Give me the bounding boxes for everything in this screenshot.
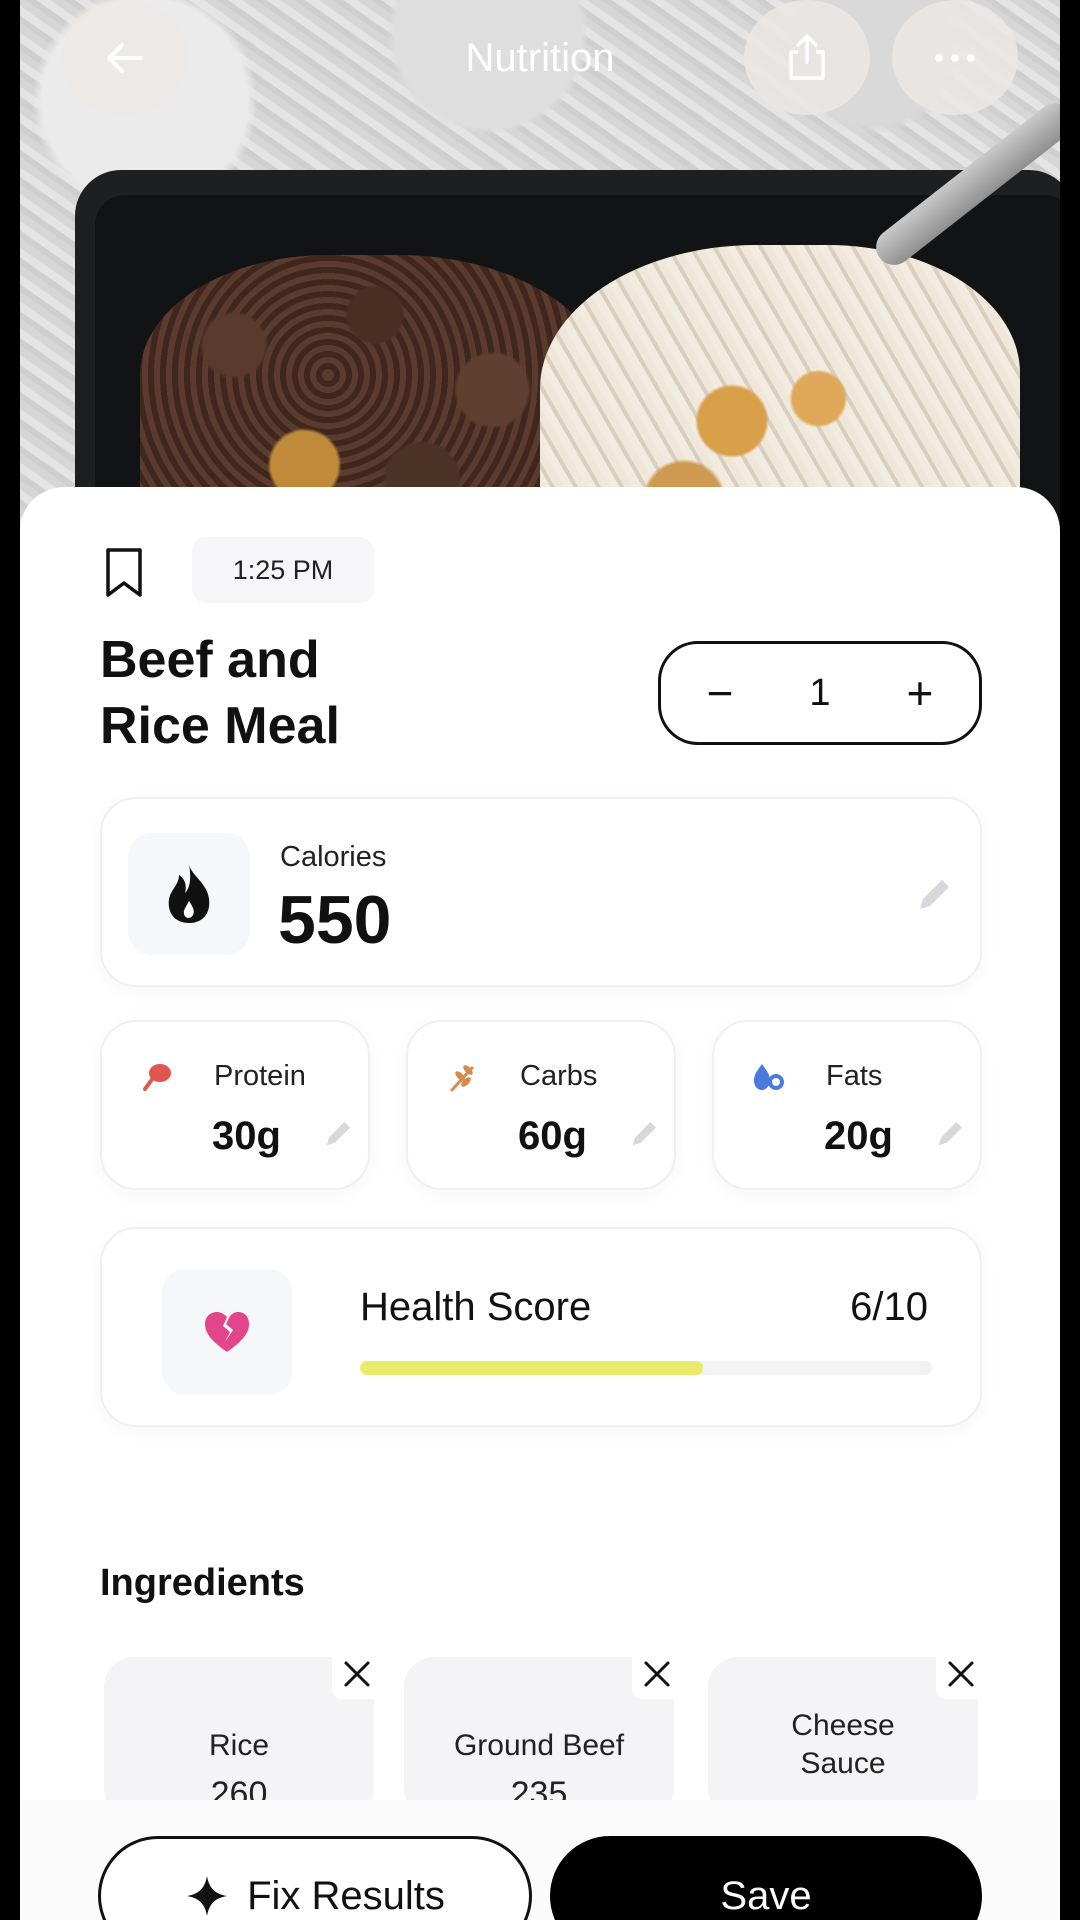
close-icon <box>344 1661 370 1687</box>
pencil-icon[interactable] <box>934 1118 966 1150</box>
more-button[interactable] <box>892 0 1018 115</box>
save-label: Save <box>720 1873 812 1918</box>
carbs-label: Carbs <box>520 1060 598 1092</box>
health-score-value: 6/10 <box>850 1285 928 1329</box>
drumstick-icon <box>143 1064 171 1091</box>
bookmark-icon[interactable] <box>104 547 144 599</box>
bottom-action-bar: Fix Results Save <box>20 1800 1060 1920</box>
wheat-icon <box>450 1065 474 1092</box>
fix-results-label: Fix Results <box>247 1873 445 1918</box>
meal-time: 1:25 PM <box>192 537 374 603</box>
carbs-card[interactable]: Carbs 60g <box>406 1020 676 1190</box>
protein-value: 30g <box>212 1114 281 1158</box>
share-icon <box>789 33 825 80</box>
health-score-bar-fill <box>360 1361 704 1375</box>
pencil-icon[interactable] <box>322 1118 354 1150</box>
flame-icon <box>168 865 210 923</box>
quantity-stepper: − 1 + <box>658 641 982 745</box>
decrease-button[interactable]: − <box>695 670 745 716</box>
top-bar: Nutrition <box>20 0 1060 120</box>
fats-label: Fats <box>826 1060 883 1092</box>
broken-heart-icon <box>205 1312 249 1352</box>
remove-ingredient-button[interactable] <box>632 1649 682 1699</box>
remove-ingredient-button[interactable] <box>332 1649 382 1699</box>
nutrition-screen: Nutrition 1:25 PM Beef and Rice Meal − 1… <box>20 0 1060 1920</box>
share-button[interactable] <box>744 0 870 115</box>
ingredients-heading: Ingredients <box>100 1562 305 1604</box>
close-icon <box>948 1661 974 1687</box>
increase-button[interactable]: + <box>895 670 945 716</box>
more-horizontal-icon <box>935 53 975 62</box>
pencil-icon[interactable] <box>628 1118 660 1150</box>
fats-value: 20g <box>824 1114 893 1158</box>
carbs-value: 60g <box>518 1114 587 1158</box>
quantity-value: 1 <box>809 671 831 714</box>
health-score-label: Health Score <box>360 1285 592 1329</box>
ingredient-name: Cheese Sauce <box>791 1709 895 1780</box>
close-icon <box>644 1661 670 1687</box>
meal-title: Beef and Rice Meal <box>100 631 340 755</box>
protein-card[interactable]: Protein 30g <box>100 1020 370 1190</box>
sparkle-icon <box>187 1876 228 1916</box>
protein-label: Protein <box>214 1060 306 1092</box>
fix-results-button[interactable]: Fix Results <box>98 1836 532 1920</box>
pencil-icon[interactable] <box>914 875 954 915</box>
calories-value: 550 <box>278 882 392 958</box>
save-button[interactable]: Save <box>550 1836 982 1920</box>
oil-drop-icon <box>754 1064 784 1090</box>
remove-ingredient-button[interactable] <box>936 1649 986 1699</box>
health-score-bar <box>360 1361 932 1375</box>
ingredient-name: Rice <box>208 1729 269 1762</box>
calories-label: Calories <box>280 841 387 873</box>
calories-card[interactable]: Calories 550 <box>100 797 982 987</box>
ingredient-name: Ground Beef <box>453 1729 625 1762</box>
nutrition-sheet: 1:25 PM Beef and Rice Meal − 1 + Calorie… <box>20 487 1060 1920</box>
health-score-card: Health Score 6/10 <box>100 1227 982 1427</box>
fats-card[interactable]: Fats 20g <box>712 1020 982 1190</box>
